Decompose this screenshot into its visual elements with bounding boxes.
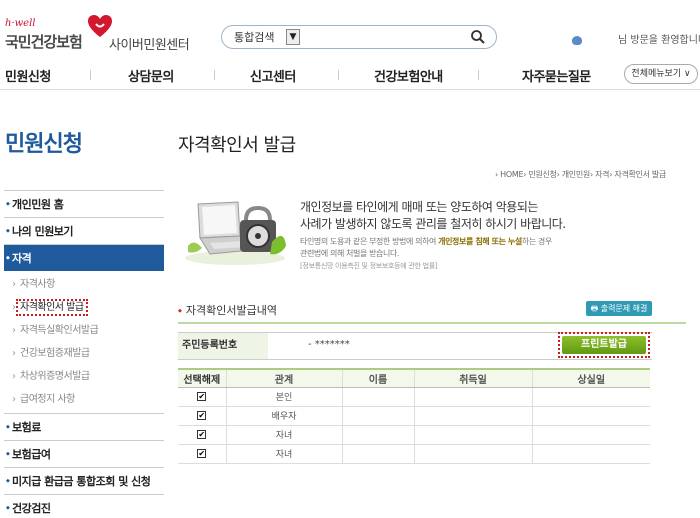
logo-hwell-text: h·well	[5, 18, 36, 29]
rrn-value: - *******	[308, 339, 350, 350]
gnb-item-insurance-info[interactable]: 건강보험안내	[374, 66, 443, 85]
table-row: ✔ 본인	[178, 387, 650, 407]
welcome-text: 님 방문을 환영합니다.	[618, 35, 700, 46]
family-table: 선택해제 관계 이름 취득일 상실일 ✔ 본인 ✔ 배우자 ✔ 자녀 ✔ 자녀	[178, 368, 650, 464]
search-bar: 통합검색 ▼	[221, 25, 497, 49]
notice-heading-line1: 개인정보를 타인에게 매매 또는 양도하여 악용되는	[300, 200, 538, 214]
notice-heading-line2: 사례가 발생하지 않도록 관리를 철저히 하시기 바랍니다.	[300, 217, 566, 231]
print-issue-label: 프린트발급	[562, 336, 646, 354]
cell-lost	[531, 425, 650, 445]
table-row: ✔ 자녀	[178, 444, 650, 464]
cell-lost	[531, 406, 650, 426]
cell-lost	[531, 387, 650, 407]
cell-name	[341, 444, 414, 464]
sidebar-menu: 개인민원 홈 나의 민원보기 자격 자격사항 자격확인서 발급 자격득실확인서발…	[4, 190, 164, 518]
row-checkbox[interactable]: ✔	[197, 448, 207, 458]
chevron-down-icon[interactable]: ▼	[286, 29, 300, 45]
gnb-item-consult[interactable]: 상담문의	[128, 66, 174, 85]
all-menu-button[interactable]: 전체메뉴보기 ∨	[624, 64, 698, 84]
logo-subtitle: 사이버민원센터	[109, 38, 190, 53]
sidebar-subitem-near-poverty[interactable]: 차상위증명서발급	[4, 365, 164, 388]
sidebar-item-my-requests[interactable]: 나의 민원보기	[4, 217, 164, 245]
gnb-divider	[214, 70, 215, 80]
gnb-item-faq[interactable]: 자주묻는질문	[522, 66, 591, 85]
row-checkbox[interactable]: ✔	[197, 410, 207, 420]
cell-acquired	[413, 406, 532, 426]
search-scope-select[interactable]: 통합검색	[234, 29, 274, 45]
gnb-item-apply[interactable]: 민원신청	[5, 66, 51, 85]
column-header-acquired: 취득일	[413, 368, 532, 388]
sidebar-title: 민원신청	[5, 132, 83, 157]
table-row: ✔ 배우자	[178, 406, 650, 426]
breadcrumb: › HOME› 민원신청› 개인민원› 자격› 자격확인서 발급	[495, 170, 667, 179]
cell-relation: 배우자	[225, 406, 342, 426]
sidebar-item-refund[interactable]: 미지급 환급금 통합조회 및 신청	[4, 467, 164, 495]
notice-law-reference: [정보통신망 이용촉진 및 정보보호등에 관한 법률]	[300, 262, 438, 270]
sidebar-item-premium[interactable]: 보험료	[4, 413, 164, 441]
column-header-lost: 상실일	[531, 368, 650, 388]
row-checkbox[interactable]: ✔	[197, 429, 207, 439]
section-title: 자격확인서발급내역	[178, 302, 277, 318]
notice-heading: 개인정보를 타인에게 매매 또는 양도하여 악용되는 사례가 발생하지 않도록 …	[300, 199, 566, 233]
cell-relation: 본인	[225, 387, 342, 407]
gnb-item-report[interactable]: 신고센터	[250, 66, 296, 85]
page-title: 자격확인서 발급	[178, 135, 296, 156]
print-help-button[interactable]: 🖶 출력문제 해결	[586, 301, 652, 316]
notice-body-highlight: 개인정보를 침해 또는 누설	[438, 237, 522, 246]
cell-acquired	[413, 444, 532, 464]
cell-acquired	[413, 387, 532, 407]
section-divider	[178, 322, 686, 324]
user-icon	[572, 35, 582, 45]
cell-relation: 자녀	[225, 425, 342, 445]
printer-icon: 🖶	[590, 304, 601, 313]
sidebar-item-qualification[interactable]: 자격	[4, 244, 164, 272]
sidebar-subitem-gain-loss[interactable]: 자격득실확인서발급	[4, 319, 164, 342]
print-help-label: 출력문제 해결	[600, 304, 648, 313]
cell-name	[341, 425, 414, 445]
cell-name	[341, 387, 414, 407]
sidebar-subitem-qualification-info[interactable]: 자격사항	[4, 273, 164, 296]
notice-body-pre: 타인명의 도용과 같은 부정한 방법에 의하여	[300, 237, 439, 246]
sidebar-item-benefits[interactable]: 보험급여	[4, 440, 164, 468]
cell-name	[341, 406, 414, 426]
rrn-label: 주민등록번호	[178, 333, 268, 359]
gnb-divider	[338, 70, 339, 80]
gnb-divider	[478, 70, 479, 80]
column-header-relation: 관계	[225, 368, 342, 388]
print-issue-button[interactable]: 프린트발급	[558, 332, 650, 358]
sidebar-item-personal-home[interactable]: 개인민원 홈	[4, 190, 164, 218]
row-checkbox[interactable]: ✔	[197, 391, 207, 401]
notice-body: 타인명의 도용과 같은 부정한 방법에 의하여 개인정보를 침해 또는 누설하는…	[300, 236, 552, 260]
cell-relation: 자녀	[225, 444, 342, 464]
cell-lost	[531, 444, 650, 464]
sidebar-subitem-benefit-suspension[interactable]: 급여정지 사항	[4, 388, 164, 411]
logo-brand-text: 국민건강보험	[5, 33, 83, 51]
table-row: ✔ 자녀	[178, 425, 650, 445]
column-header-name: 이름	[341, 368, 414, 388]
column-header-deselect: 선택해제	[178, 368, 226, 388]
sidebar-item-checkup[interactable]: 건강검진	[4, 494, 164, 518]
notice-body-line2: 관련법에 의해 처벌을 받습니다.	[300, 249, 400, 258]
welcome-message: 님 방문을 환영합니다.	[572, 31, 700, 46]
cell-acquired	[413, 425, 532, 445]
laptop-lock-illustration	[185, 201, 286, 265]
notice-body-post: 하는 경우	[521, 237, 552, 246]
sidebar-subitem-card-reissue[interactable]: 건강보험증재발급	[4, 342, 164, 365]
search-icon[interactable]	[470, 29, 486, 45]
gnb-divider	[90, 70, 91, 80]
sidebar-subitem-certificate-issue[interactable]: 자격확인서 발급	[4, 296, 164, 319]
sidebar-subitem-label: 자격확인서 발급	[16, 299, 88, 316]
global-nav: 민원신청 상담문의 신고센터 건강보험안내 자주묻는질문	[0, 58, 700, 90]
